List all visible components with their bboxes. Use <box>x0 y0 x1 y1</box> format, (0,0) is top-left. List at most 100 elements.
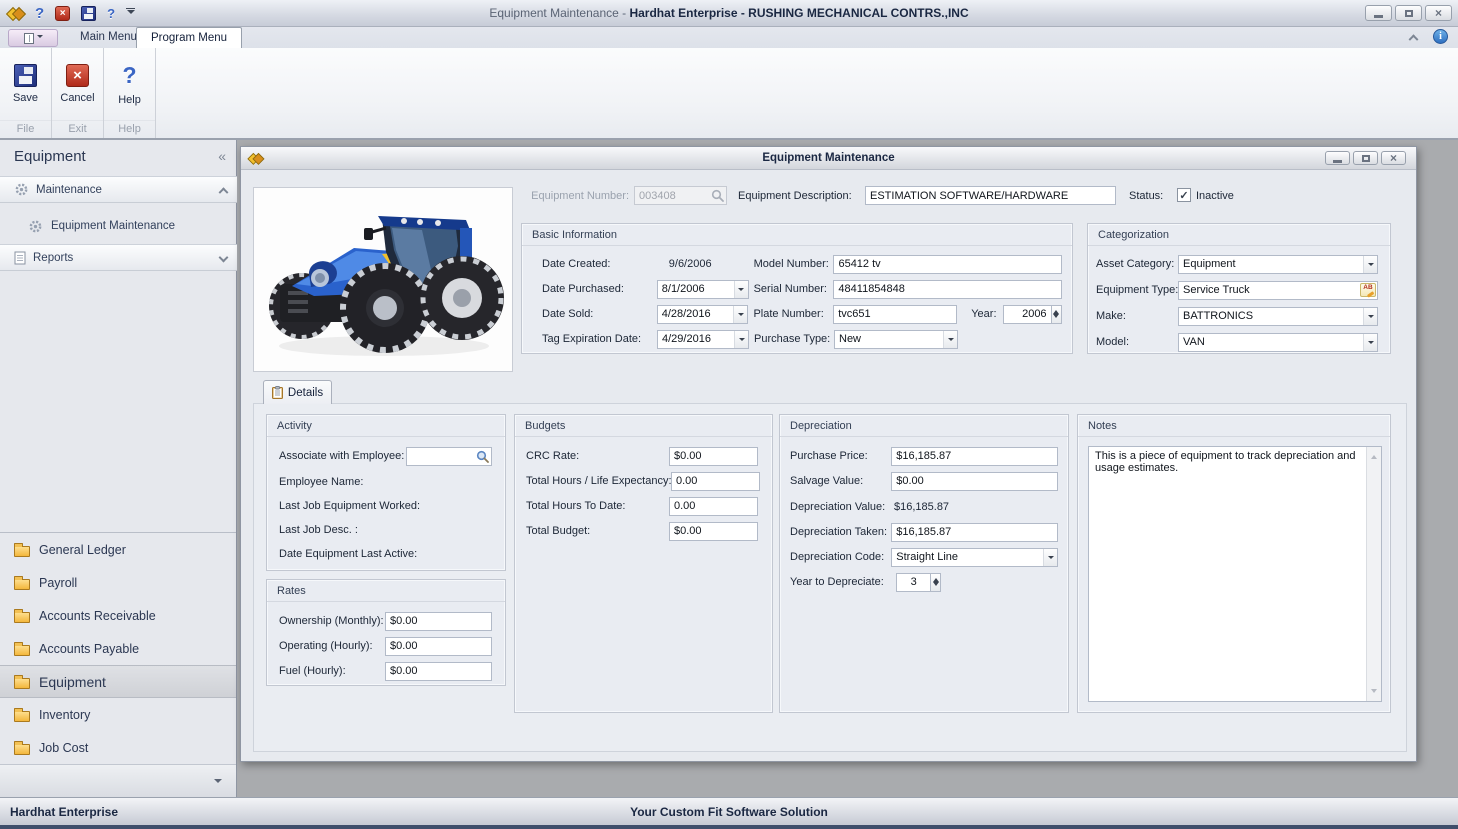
total-budget-input[interactable] <box>669 522 758 541</box>
notes-textarea[interactable]: This is a piece of equipment to track de… <box>1088 446 1382 702</box>
document-title: Equipment Maintenance <box>241 152 1416 164</box>
equipment-type-field[interactable]: AB <box>1178 281 1378 300</box>
serial-number-input[interactable] <box>833 280 1062 299</box>
asset-category-combo[interactable] <box>1178 255 1378 274</box>
application-menu-button[interactable] <box>8 29 58 47</box>
save-icon[interactable] <box>81 6 96 21</box>
info-icon[interactable]: i <box>1433 29 1448 44</box>
status-value-label: Inactive <box>1196 190 1234 202</box>
associate-with-employee-field[interactable] <box>406 447 492 466</box>
minimize-button[interactable] <box>1325 151 1350 165</box>
scroll-up-icon[interactable] <box>1371 452 1377 459</box>
application-menu-icon <box>24 33 34 44</box>
date-purchased-combo[interactable] <box>657 280 749 299</box>
fuel-hourly-input[interactable] <box>385 662 492 681</box>
tab-details[interactable]: Details <box>263 380 332 404</box>
folder-icon <box>14 579 30 590</box>
depreciation-code-combo[interactable] <box>891 548 1058 567</box>
ownership-monthly-input[interactable] <box>385 612 492 631</box>
sidebar-item-payroll[interactable]: Payroll <box>0 566 236 599</box>
crc-rate-input[interactable] <box>669 447 758 466</box>
sidebar-item-equipment-maintenance[interactable]: Equipment Maintenance <box>0 212 237 240</box>
operating-hourly-input[interactable] <box>385 637 492 656</box>
tab-program-menu[interactable]: Program Menu <box>136 27 242 48</box>
help-button[interactable]: ? Help <box>104 48 155 120</box>
sidebar-item-accounts-payable[interactable]: Accounts Payable <box>0 632 236 665</box>
last-job-equipment-worked-label: Last Job Equipment Worked: <box>279 500 420 512</box>
help-icon[interactable]: ? <box>107 6 115 21</box>
dropdown-arrow-icon[interactable] <box>1363 334 1377 351</box>
sidebar-item-inventory[interactable]: Inventory <box>0 698 236 731</box>
sidebar-item-job-cost[interactable]: Job Cost <box>0 731 236 764</box>
depreciation-taken-input[interactable] <box>891 523 1058 542</box>
cancel-button[interactable]: × Cancel <box>52 48 103 120</box>
dropdown-arrow-icon[interactable] <box>734 281 748 298</box>
sidebar-item-equipment[interactable]: Equipment <box>0 665 236 698</box>
app-logo-icon <box>7 5 24 22</box>
save-icon <box>14 64 37 87</box>
year-to-depreciate-spinner[interactable] <box>896 573 941 592</box>
spinner-arrows-icon[interactable] <box>1052 305 1062 324</box>
maximize-button[interactable] <box>1395 5 1422 21</box>
search-icon[interactable] <box>476 450 489 463</box>
panel-caption: Rates <box>267 580 505 602</box>
dropdown-arrow-icon[interactable] <box>943 331 957 348</box>
dropdown-arrow-icon[interactable] <box>1363 308 1377 325</box>
make-combo[interactable] <box>1178 307 1378 326</box>
chevron-down-icon <box>37 35 43 41</box>
status-center-text: Your Custom Fit Software Solution <box>0 805 1458 819</box>
associate-with-employee-label: Associate with Employee: <box>279 450 406 462</box>
purchase-price-input[interactable] <box>891 447 1058 466</box>
spinner-arrows-icon[interactable] <box>931 573 941 592</box>
equipment-photo <box>253 187 513 372</box>
notes-scrollbar[interactable] <box>1366 447 1381 701</box>
toolbar-options-icon[interactable] <box>126 8 135 18</box>
maximize-button[interactable] <box>1353 151 1378 165</box>
sidebar: Equipment « Maintenance Equipment Mainte… <box>0 140 237 797</box>
sidebar-group-reports[interactable]: Reports <box>0 244 237 271</box>
last-job-desc-label: Last Job Desc. : <box>279 524 358 536</box>
close-button[interactable]: × <box>1381 151 1406 165</box>
tag-expiration-combo[interactable] <box>657 330 749 349</box>
ribbon-collapse-icon[interactable] <box>1409 34 1419 44</box>
save-button[interactable]: Save <box>0 48 51 120</box>
quick-access-toolbar: ? × ? <box>0 5 480 22</box>
status-checkbox[interactable]: ✓ <box>1177 188 1191 202</box>
model-combo[interactable] <box>1178 333 1378 352</box>
year-spinner[interactable] <box>1003 305 1062 324</box>
dropdown-arrow-icon[interactable] <box>733 306 747 323</box>
minimize-button[interactable] <box>1365 5 1392 21</box>
employee-name-label: Employee Name: <box>279 476 363 488</box>
date-created-label: Date Created: <box>542 258 657 270</box>
panel-caption: Depreciation <box>780 415 1068 437</box>
purchase-type-combo[interactable] <box>834 330 958 349</box>
help-icon[interactable]: ? <box>35 5 44 22</box>
date-sold-combo[interactable] <box>657 305 749 324</box>
total-hours-life-expectancy-input[interactable] <box>671 472 760 491</box>
sidebar-collapse-icon[interactable]: « <box>218 148 226 164</box>
year-to-depreciate-label: Year to Depreciate: <box>790 576 896 588</box>
plate-number-input[interactable] <box>833 305 957 324</box>
equipment-description-input[interactable] <box>865 186 1116 205</box>
module-label: Payroll <box>39 576 77 590</box>
purchase-price-label: Purchase Price: <box>790 450 891 462</box>
dropdown-arrow-icon[interactable] <box>1363 256 1377 273</box>
budgets-panel: Budgets CRC Rate: Total Hours / Life Exp… <box>514 414 773 713</box>
cancel-icon[interactable]: × <box>55 6 70 21</box>
sidebar-item-general-ledger[interactable]: General Ledger <box>0 533 236 566</box>
sidebar-module-list: General Ledger Payroll Accounts Receivab… <box>0 532 236 764</box>
ribbon-group-help: ? Help Help <box>104 48 156 138</box>
dropdown-arrow-icon[interactable] <box>734 331 748 348</box>
salvage-value-input[interactable] <box>891 472 1058 491</box>
model-number-input[interactable] <box>833 255 1062 274</box>
total-hours-to-date-input[interactable] <box>669 497 758 516</box>
sidebar-group-maintenance[interactable]: Maintenance <box>0 176 237 203</box>
dropdown-arrow-icon[interactable] <box>1043 549 1057 566</box>
chevron-down-icon <box>214 779 222 787</box>
sidebar-item-accounts-receivable[interactable]: Accounts Receivable <box>0 599 236 632</box>
scroll-down-icon[interactable] <box>1371 689 1377 696</box>
edit-icon[interactable]: AB <box>1360 283 1376 297</box>
close-button[interactable]: × <box>1425 5 1452 21</box>
sidebar-overflow-button[interactable] <box>0 764 236 797</box>
title-bar: ? × ? Equipment Maintenance - Hardhat En… <box>0 0 1458 27</box>
